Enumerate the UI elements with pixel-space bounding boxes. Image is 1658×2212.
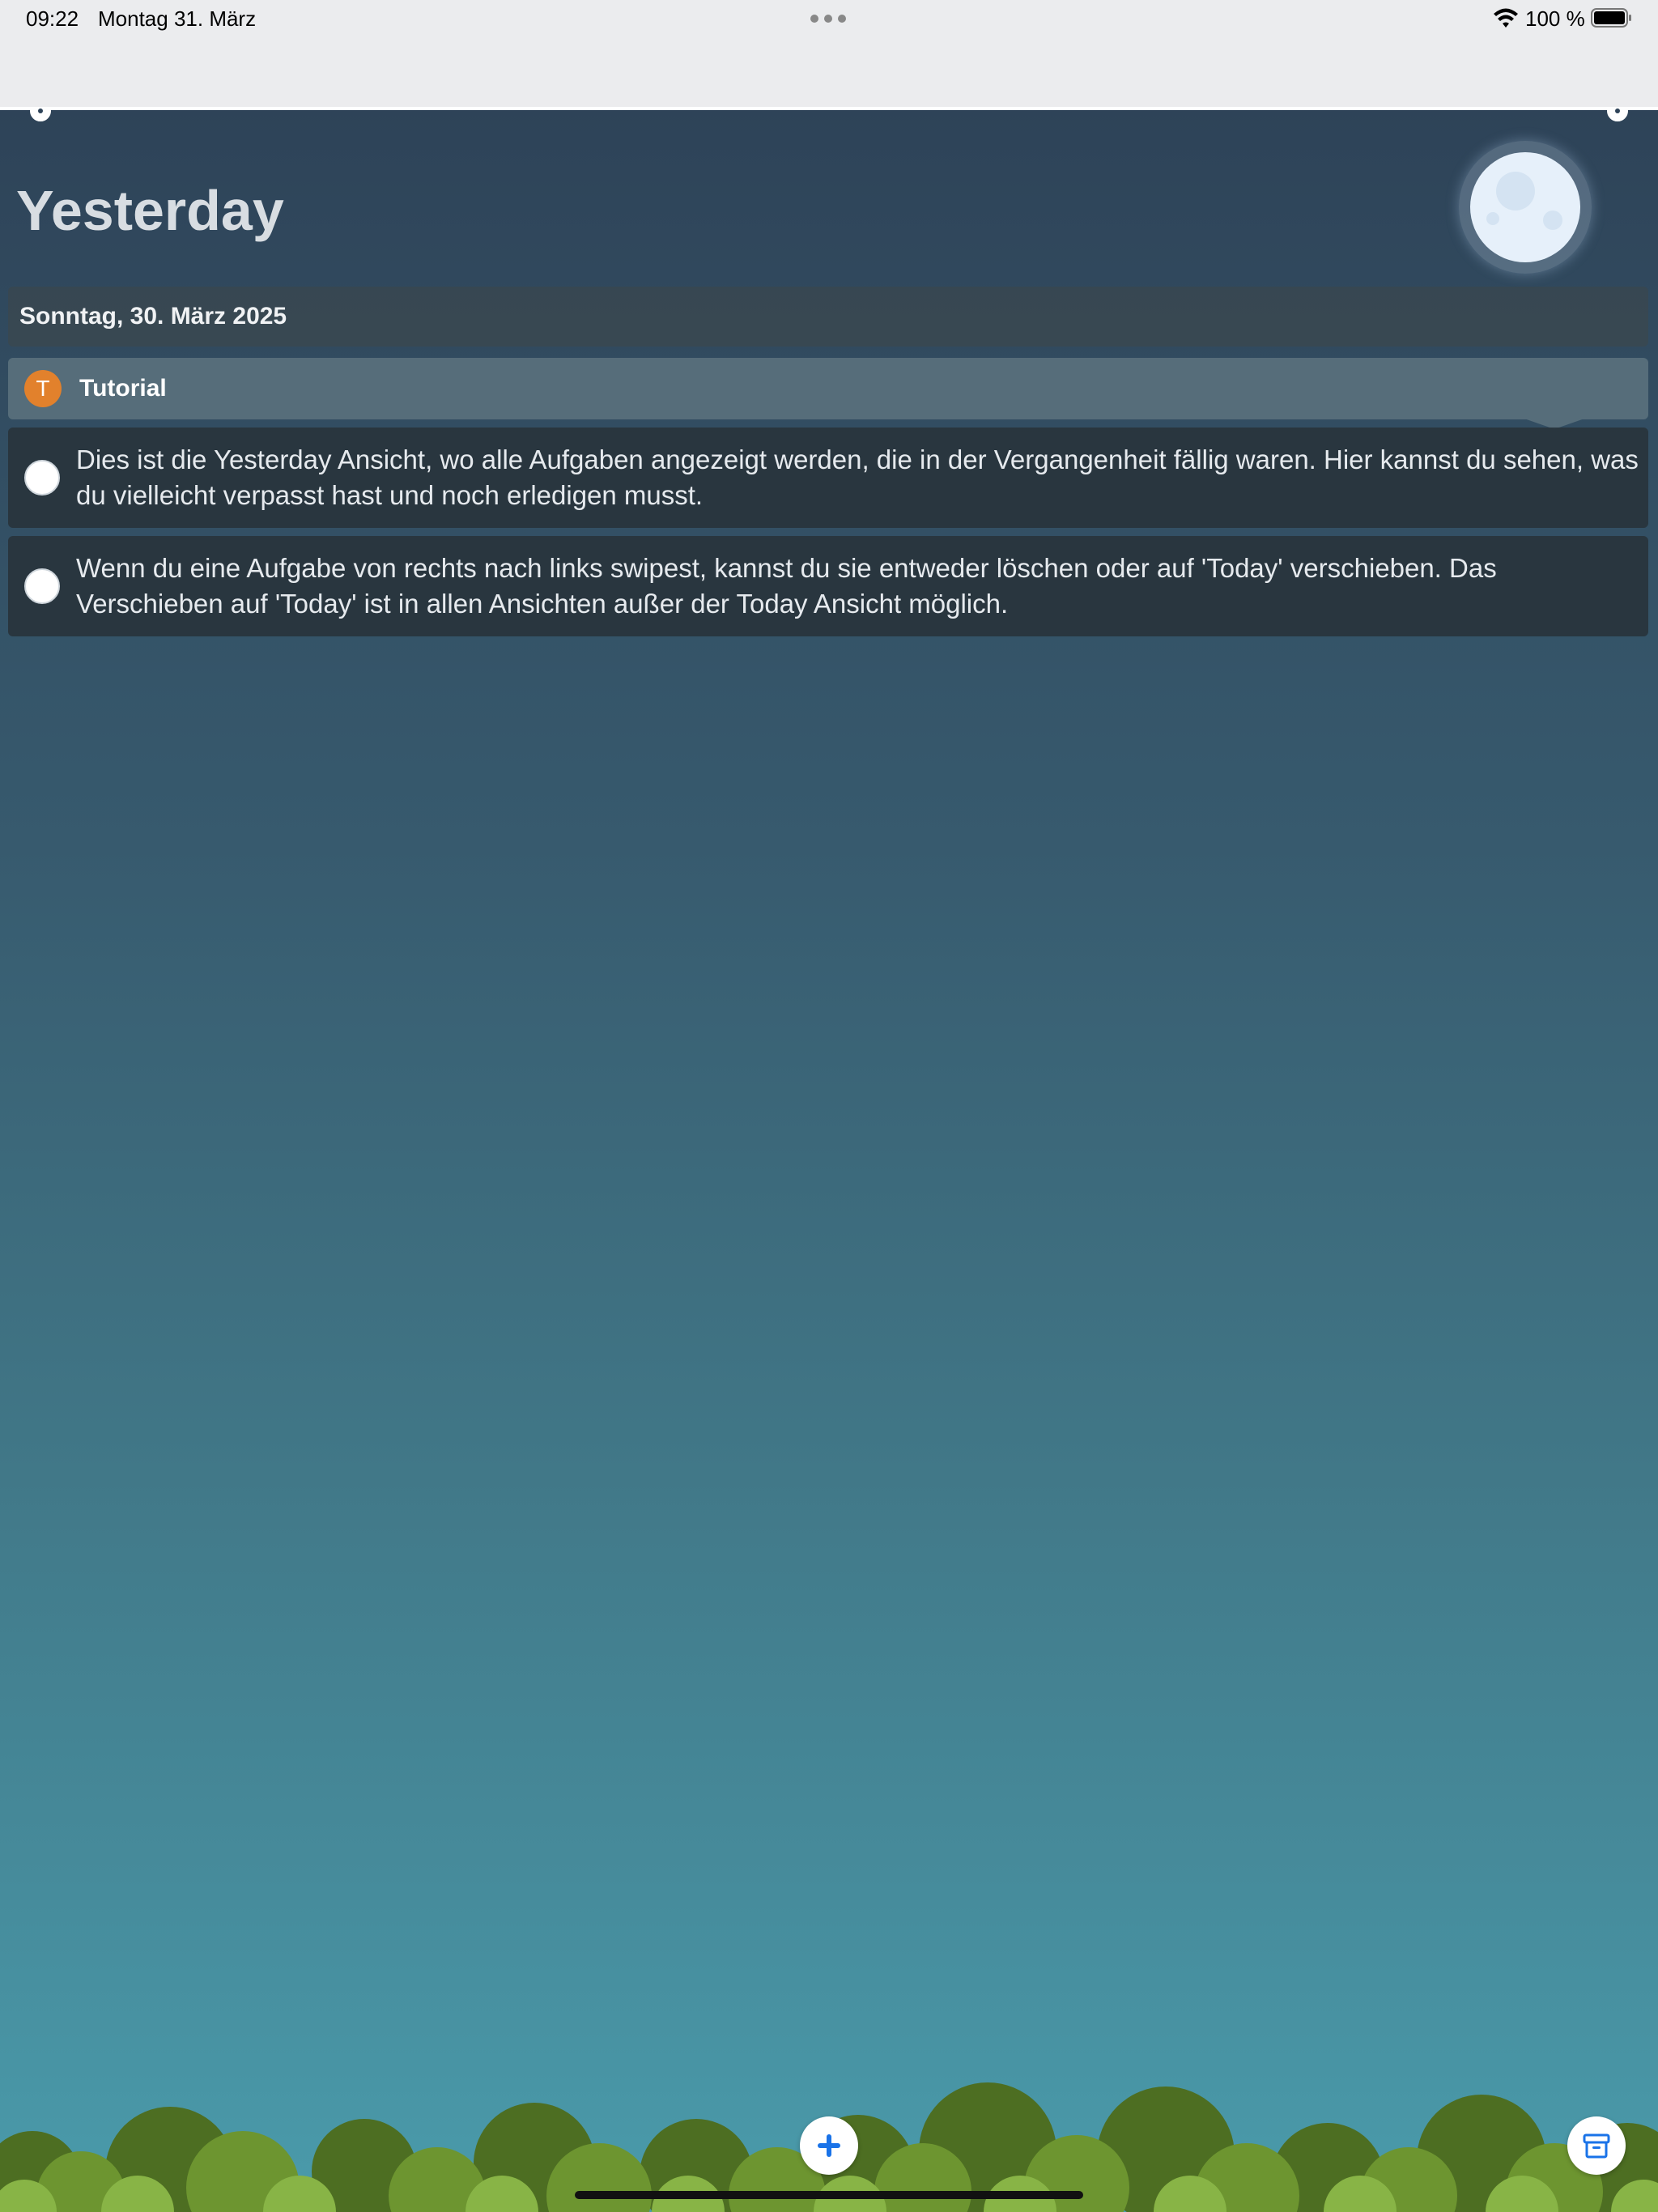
task-checkbox[interactable] [24,568,60,604]
moon-icon [1459,141,1592,274]
panel-left-pin [30,107,51,121]
page-title: Yesterday [16,179,284,242]
status-time: 09:22 [26,6,79,31]
home-indicator[interactable] [575,2191,1083,2199]
archive-button[interactable] [1567,2116,1626,2175]
battery-icon [1591,8,1631,28]
date-section-header: Sonntag, 30. März 2025 [8,287,1648,347]
category-label: Tutorial [79,375,167,402]
panel-top-edge [0,107,1658,110]
status-date: Montag 31. März [98,6,257,31]
yesterday-view: Yesterday Sonntag, 30. März 2025 T Tutor… [0,107,1658,2212]
task-row[interactable]: Dies ist die Yesterday Ansicht, wo alle … [8,428,1648,528]
multitasking-dots-icon[interactable] [810,15,846,23]
archive-icon [1583,2133,1610,2159]
panel-right-pin [1607,107,1628,121]
task-text: Dies ist die Yesterday Ansicht, wo alle … [76,445,1639,510]
section-date: Sonntag, 30. März 2025 [19,303,287,330]
wifi-icon [1494,8,1518,28]
category-header-tutorial[interactable]: T Tutorial [8,358,1648,419]
task-row[interactable]: Wenn du eine Aufgabe von rechts nach lin… [8,536,1648,636]
status-bar: 09:22 Montag 31. März 100 % [0,0,1658,100]
task-checkbox[interactable] [24,460,60,496]
task-text: Wenn du eine Aufgabe von rechts nach lin… [76,553,1497,619]
category-badge: T [24,370,62,407]
add-task-button[interactable] [800,2116,858,2175]
plus-icon [818,2134,840,2157]
battery-percentage: 100 % [1525,6,1585,31]
